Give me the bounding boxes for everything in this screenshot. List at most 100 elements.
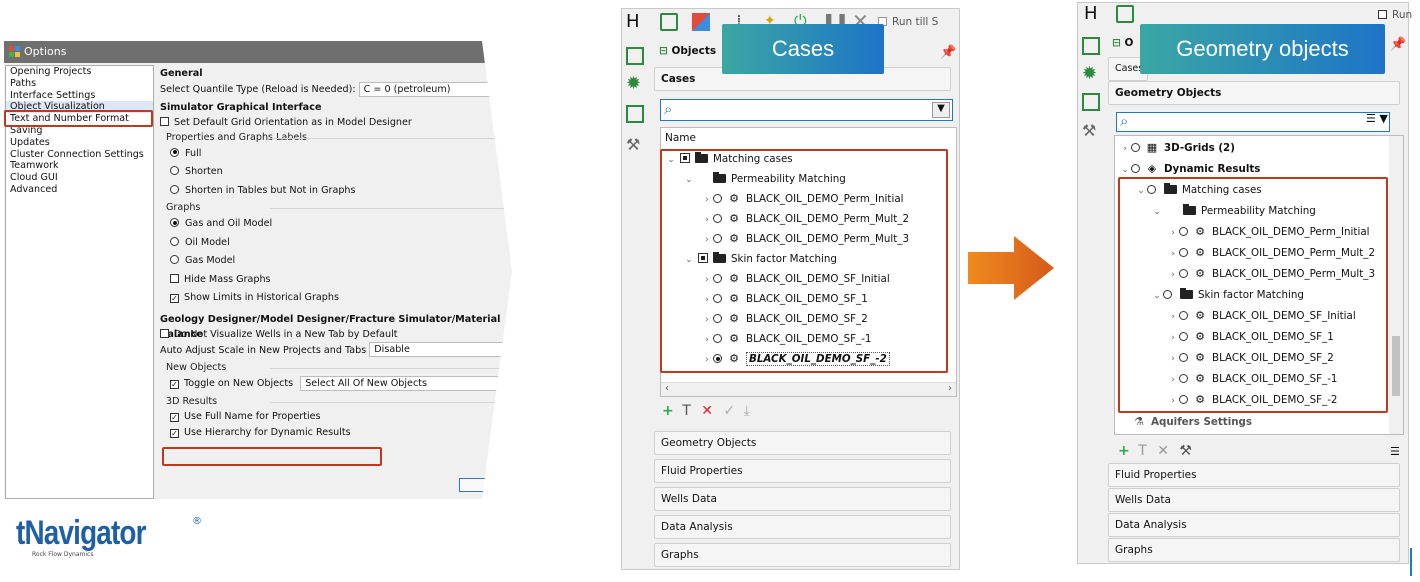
no-wells-tab-row[interactable]: Do Not Visualize Wells in a New Tab by D… <box>160 327 512 342</box>
section-graphs[interactable]: Graphs <box>1108 538 1400 562</box>
hierarchy-row[interactable]: ✓ Use Hierarchy for Dynamic Results <box>160 424 512 443</box>
section-graphs[interactable]: Graphs <box>654 543 951 567</box>
radio-shorten-tables-button[interactable] <box>170 184 179 194</box>
section-fluid-properties[interactable]: Fluid Properties <box>1108 463 1400 487</box>
objects-tree-icon[interactable] <box>626 47 644 65</box>
sidebar-item-interface-settings[interactable]: Interface Settings <box>6 90 153 102</box>
geology-header: Geology Designer/Model Designer/Fracture… <box>160 313 501 340</box>
objects-panel-cases: H ⁞ ✦ ⏻ ❚❚ ✕ Run till S ✹ ⚒ ⊟ Objects 📌 … <box>621 8 960 570</box>
radio-oil[interactable]: Oil Model <box>160 234 512 253</box>
run-checkbox[interactable]: Run <box>1378 9 1412 21</box>
hide-mass-checkbox[interactable] <box>170 273 179 283</box>
objects-tree-icon[interactable] <box>1082 37 1100 55</box>
quantile-combo[interactable]: C = 0 (petroleum) <box>358 81 512 97</box>
horizontal-scrollbar[interactable]: ‹ › <box>661 382 956 396</box>
general-header: General <box>160 68 203 79</box>
show-limits-row[interactable]: ✓ Show Limits in Historical Graphs <box>160 289 512 308</box>
filter-icon[interactable]: ▼ <box>1379 112 1387 125</box>
search-input[interactable]: ⌕ <box>1116 112 1390 132</box>
default-grid-row[interactable]: Set Default Grid Orientation as in Model… <box>160 115 512 130</box>
tree-node-dynamic-results[interactable]: ⌄ ◈ Dynamic Results <box>1119 159 1260 179</box>
edge-marker <box>1410 548 1412 576</box>
delete-icon[interactable]: ✕ <box>1157 443 1169 459</box>
radio-full[interactable]: Full <box>160 145 512 164</box>
radio-shorten-button[interactable] <box>170 166 179 175</box>
rename-icon[interactable]: T <box>1138 443 1147 459</box>
tree-node-3d-grids[interactable]: › ▦ 3D-Grids (2) <box>1119 138 1235 158</box>
hammer-icon[interactable]: ⚒ <box>626 135 644 154</box>
radio-shorten[interactable]: Shorten <box>160 163 512 182</box>
list-icon[interactable]: ☰ <box>1366 112 1376 125</box>
section-wells-data[interactable]: Wells Data <box>654 487 951 511</box>
hammer-icon[interactable]: ⚒ <box>1082 121 1100 140</box>
search-input[interactable]: ⌕ ▼ <box>660 99 953 121</box>
sidebar-item-opening-projects[interactable]: Opening Projects <box>6 66 153 78</box>
run-till-label: Run till S <box>892 16 939 28</box>
rename-icon[interactable]: T <box>682 403 691 419</box>
hide-mass-row[interactable]: Hide Mass Graphs <box>160 271 512 290</box>
section-geometry-objects[interactable]: Geometry Objects <box>654 431 951 455</box>
options-category-list[interactable]: Opening Projects Paths Interface Setting… <box>5 65 154 499</box>
sidebar-item-paths[interactable]: Paths <box>6 78 153 90</box>
layout-icon[interactable] <box>1082 93 1100 111</box>
check-icon[interactable]: ✓ <box>723 403 735 419</box>
labels-group: Properties and Graphs Labels <box>160 130 512 145</box>
add-icon[interactable]: + <box>662 403 674 419</box>
scroll-left-icon[interactable]: ‹ <box>665 383 669 394</box>
menu-icon[interactable]: ☰ <box>1390 445 1400 458</box>
sidebar-item-cluster-connection[interactable]: Cluster Connection Settings <box>6 149 153 161</box>
sidebar-item-teamwork[interactable]: Teamwork <box>6 160 153 172</box>
objects-title: ⊟ Objects <box>659 45 716 57</box>
default-grid-checkbox[interactable] <box>160 116 169 126</box>
radio-gas-oil[interactable]: Gas and Oil Model <box>160 215 512 234</box>
save-icon[interactable]: H <box>1084 5 1102 23</box>
pin-icon[interactable]: 📌 <box>940 45 956 60</box>
hierarchy-icon[interactable] <box>1116 5 1134 23</box>
puzzle-icon[interactable] <box>692 13 710 31</box>
run-till-checkbox[interactable]: Run till S <box>878 16 938 28</box>
filter-icon[interactable]: ▼ <box>932 102 950 118</box>
toggle-new-row[interactable]: ✓ Toggle on New Objects Select All Of New… <box>160 375 512 394</box>
tnavigator-logo: tNavigator Rock Flow Dynamics ® <box>16 514 202 558</box>
sidebar-item-advanced[interactable]: Advanced <box>6 184 153 196</box>
settings-icon[interactable]: ✹ <box>1082 65 1100 83</box>
show-limits-checkbox[interactable]: ✓ <box>170 294 179 303</box>
section-wells-data[interactable]: Wells Data <box>1108 488 1400 512</box>
scroll-right-icon[interactable]: › <box>948 383 952 394</box>
radio-full-button[interactable] <box>170 147 179 157</box>
scrollbar-thumb[interactable] <box>1392 336 1400 396</box>
hierarchy-icon[interactable] <box>660 13 678 31</box>
sidebar-item-updates[interactable]: Updates <box>6 137 153 149</box>
radio-shorten-tables[interactable]: Shorten in Tables but Not in Graphs <box>160 182 512 201</box>
node-radio[interactable] <box>1131 143 1140 152</box>
ok-button-partial[interactable] <box>459 478 489 492</box>
radio-oil-label: Oil Model <box>185 236 230 248</box>
section-fluid-properties[interactable]: Fluid Properties <box>654 459 951 483</box>
section-geometry-objects[interactable]: Geometry Objects <box>1108 81 1400 105</box>
vertical-scrollbar[interactable] <box>1389 136 1403 434</box>
full-name-checkbox[interactable]: ✓ <box>170 412 179 422</box>
full-name-row[interactable]: ✓ Use Full Name for Properties <box>160 409 512 424</box>
sidebar-item-cloud-gui[interactable]: Cloud GUI <box>6 172 153 184</box>
radio-oil-button[interactable] <box>170 236 179 246</box>
toggle-new-combo[interactable]: Select All Of New Objects <box>300 375 506 391</box>
radio-gas-oil-button[interactable] <box>170 218 179 227</box>
download-icon[interactable]: ⤓ <box>744 403 750 419</box>
add-icon[interactable]: + <box>1118 443 1130 459</box>
no-wells-tab-checkbox[interactable] <box>160 328 169 338</box>
auto-adjust-combo[interactable]: Disable <box>369 342 510 357</box>
section-data-analysis[interactable]: Data Analysis <box>1108 513 1400 537</box>
settings-icon[interactable]: ✹ <box>626 75 644 93</box>
toggle-new-checkbox[interactable]: ✓ <box>170 380 179 389</box>
hierarchy-checkbox[interactable]: ✓ <box>170 428 179 438</box>
wrench-icon[interactable]: ⚒ <box>1179 443 1192 459</box>
node-radio[interactable] <box>1131 164 1140 173</box>
section-data-analysis[interactable]: Data Analysis <box>654 515 951 539</box>
layout-icon[interactable] <box>626 105 644 123</box>
radio-gas-button[interactable] <box>170 255 179 264</box>
tree-node-aquifers[interactable]: ⚗ Aquifers Settings <box>1133 412 1252 432</box>
radio-gas[interactable]: Gas Model <box>160 252 512 271</box>
save-icon[interactable]: H <box>626 13 644 31</box>
pin-icon[interactable]: 📌 <box>1390 37 1406 52</box>
delete-icon[interactable]: ✕ <box>701 403 713 419</box>
